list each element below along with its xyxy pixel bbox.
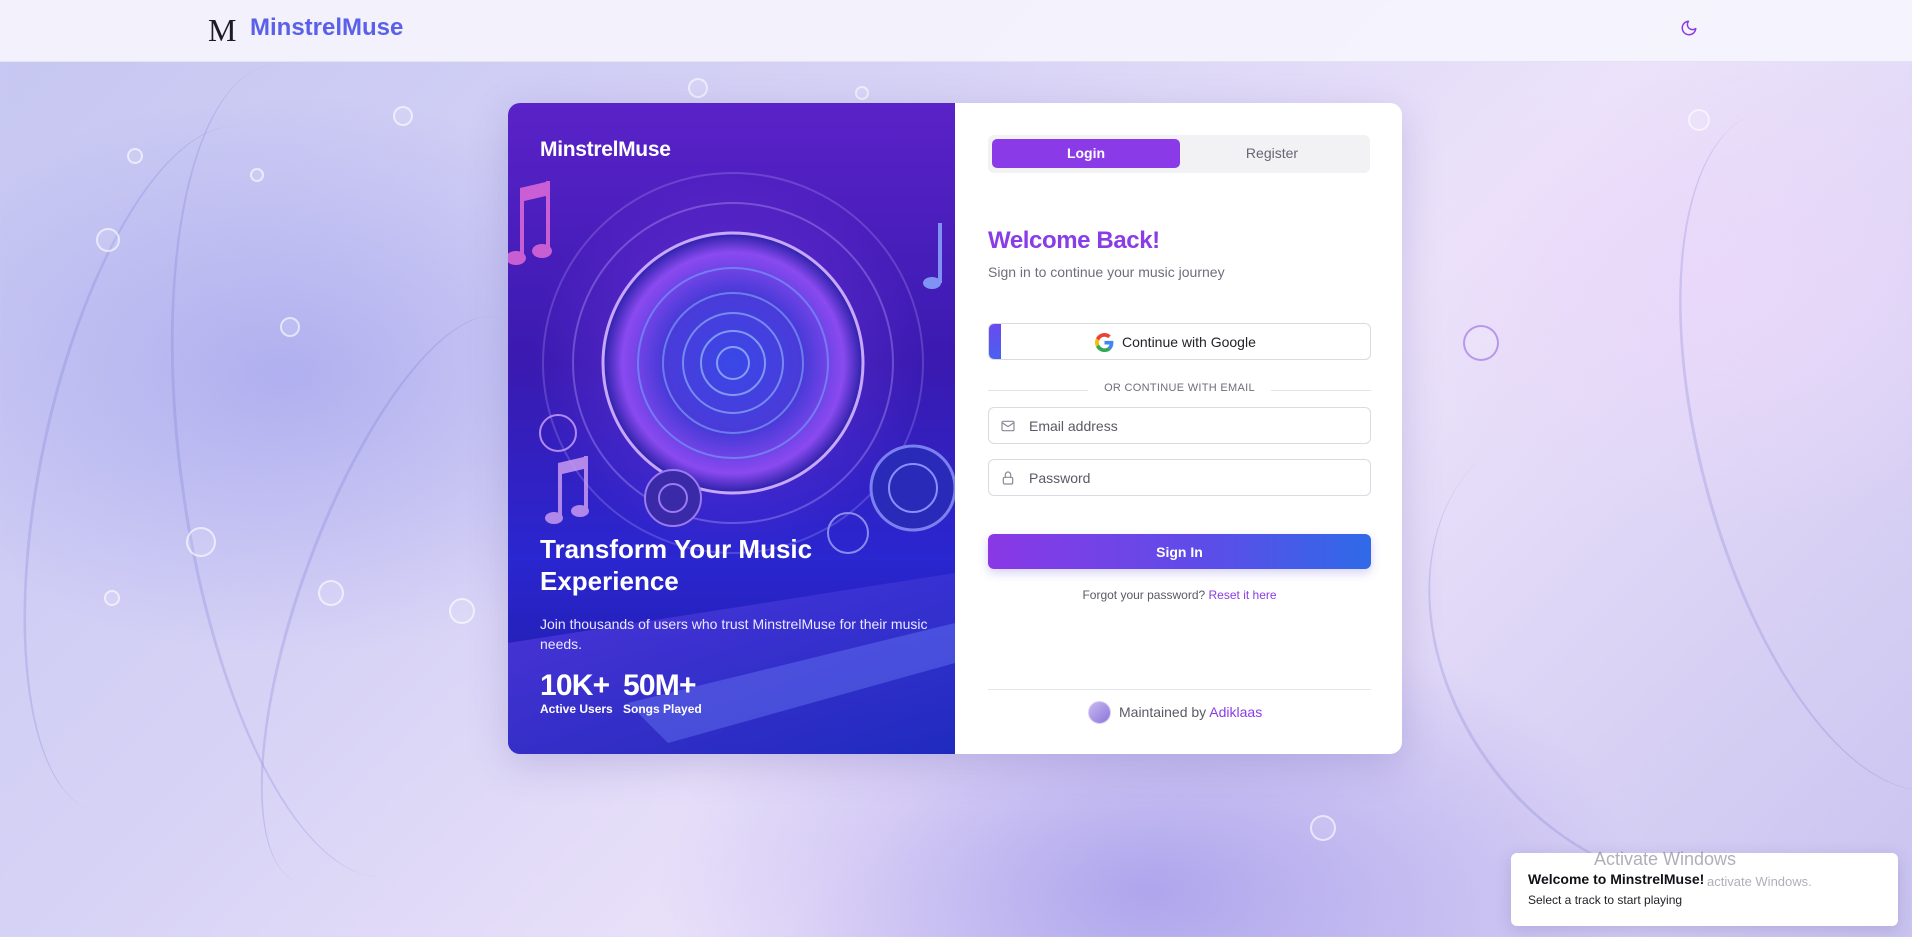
maintained-by-label: Maintained by xyxy=(1119,704,1207,720)
hero-heading: Transform Your Music Experience xyxy=(540,534,813,596)
brand-name[interactable]: MinstrelMuse xyxy=(250,14,403,42)
lock-icon xyxy=(1002,471,1014,485)
stat-value: 10K+ xyxy=(540,669,610,702)
top-navbar: M MinstrelMuse xyxy=(0,0,1912,62)
password-field[interactable] xyxy=(988,459,1371,496)
stat-active-users: 10K+ Active Users xyxy=(540,669,613,717)
auth-card: MinstrelMuse Transform Your Music Experi… xyxy=(508,103,1402,754)
google-button-accent xyxy=(989,324,1001,359)
google-icon xyxy=(1095,333,1114,352)
forgot-password: Forgot your password? Reset it here xyxy=(988,588,1371,602)
maintainer-link[interactable]: Adiklaas xyxy=(1209,704,1262,720)
toast-description: Select a track to start playing xyxy=(1528,893,1683,907)
email-field[interactable] xyxy=(988,407,1371,444)
forgot-password-text: Forgot your password? xyxy=(1082,588,1206,602)
avatar xyxy=(1088,701,1111,724)
stat-songs-played: 50M+ Songs Played xyxy=(623,669,702,717)
stat-label: Songs Played xyxy=(623,702,702,716)
hero-brand: MinstrelMuse xyxy=(540,138,671,161)
welcome-title: Welcome Back! xyxy=(988,227,1160,254)
hero-panel: MinstrelMuse Transform Your Music Experi… xyxy=(508,103,955,754)
tab-register[interactable]: Register xyxy=(1178,139,1366,168)
email-input[interactable] xyxy=(1029,408,1359,443)
auth-form-panel: Login Register Welcome Back! Sign in to … xyxy=(955,103,1402,754)
maintainer-credit: Maintained by Adiklaas xyxy=(988,699,1371,725)
google-signin-button[interactable]: Continue with Google xyxy=(988,323,1371,360)
sign-in-button[interactable]: Sign In xyxy=(988,534,1371,569)
mail-icon xyxy=(1001,420,1015,432)
footer-divider xyxy=(988,689,1371,690)
tab-login[interactable]: Login xyxy=(992,139,1180,168)
speaker-artwork xyxy=(508,172,955,754)
maintainer-text: Maintained by Adiklaas xyxy=(1119,704,1262,720)
stat-label: Active Users xyxy=(540,702,613,716)
welcome-subtitle: Sign in to continue your music journey xyxy=(988,264,1225,280)
moon-icon[interactable] xyxy=(1680,19,1698,37)
password-input[interactable] xyxy=(1029,460,1359,495)
email-divider: OR CONTINUE WITH EMAIL xyxy=(988,382,1371,398)
stat-value: 50M+ xyxy=(623,669,696,702)
logo-mark[interactable]: M xyxy=(208,12,236,49)
welcome-toast[interactable]: Welcome to MinstrelMuse! Select a track … xyxy=(1511,853,1898,926)
divider-text: OR CONTINUE WITH EMAIL xyxy=(1104,382,1255,394)
google-button-label: Continue with Google xyxy=(1122,334,1256,350)
reset-password-link[interactable]: Reset it here xyxy=(1209,588,1277,602)
auth-tabs: Login Register xyxy=(988,135,1370,173)
hero-description: Join thousands of users who trust Minstr… xyxy=(540,616,928,652)
toast-title: Welcome to MinstrelMuse! xyxy=(1528,871,1705,887)
